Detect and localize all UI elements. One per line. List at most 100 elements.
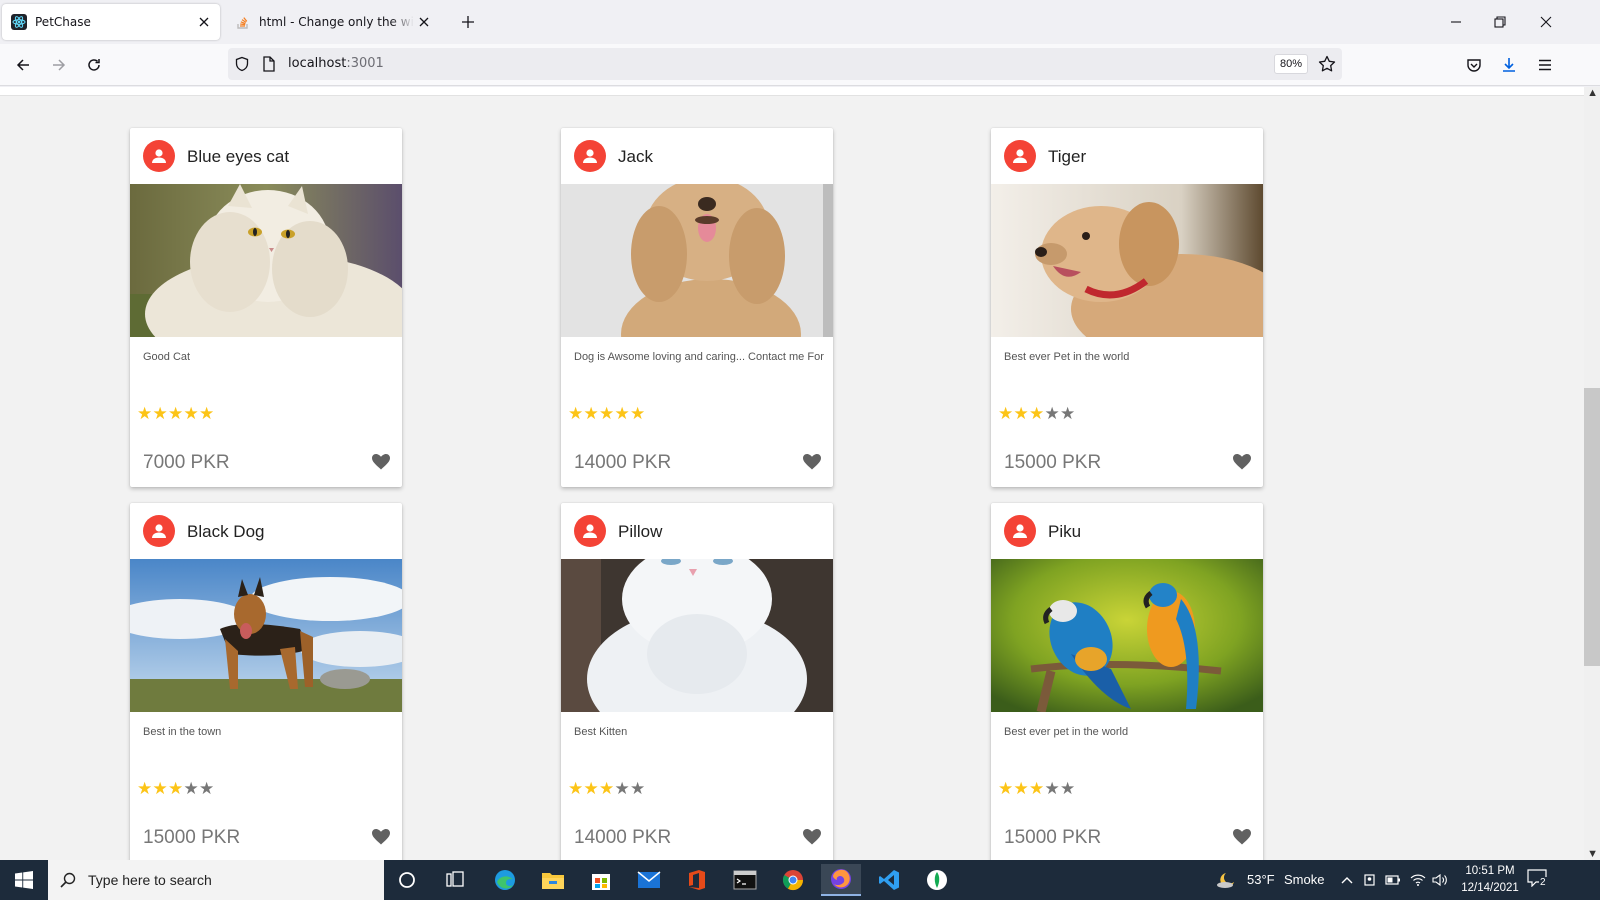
close-tab-icon[interactable] bbox=[414, 12, 434, 32]
search-icon bbox=[60, 872, 76, 888]
star-filled-icon: ★ bbox=[599, 404, 615, 423]
favorite-heart-icon[interactable] bbox=[1231, 451, 1253, 473]
file-explorer-icon[interactable] bbox=[533, 864, 573, 896]
card-title: Tiger bbox=[1048, 147, 1087, 166]
vscode-icon[interactable] bbox=[869, 864, 909, 896]
mongodb-compass-icon[interactable] bbox=[917, 864, 957, 896]
german-shepherd-image bbox=[130, 559, 402, 712]
golden-retriever-puppy-image bbox=[991, 184, 1263, 337]
pet-card[interactable]: Piku Best ever pet in the world ★★★★★ 15… bbox=[991, 503, 1263, 860]
weather-icon[interactable] bbox=[1216, 871, 1238, 894]
card-title: Black Dog bbox=[187, 522, 265, 541]
star-filled-icon: ★ bbox=[1029, 779, 1045, 798]
address-bar[interactable]: localhost:3001 80% bbox=[228, 48, 1342, 80]
url-text[interactable]: localhost:3001 bbox=[288, 56, 384, 71]
scroll-up-icon[interactable]: ▲ bbox=[1587, 87, 1598, 99]
avatar bbox=[143, 140, 175, 172]
card-title: Blue eyes cat bbox=[187, 147, 290, 166]
reload-icon[interactable] bbox=[83, 54, 105, 76]
card-title: Jack bbox=[618, 147, 653, 166]
close-window-icon[interactable] bbox=[1536, 12, 1556, 32]
pet-card[interactable]: Black Dog Best in the town ★★★★★ 15000 P… bbox=[130, 503, 402, 860]
pet-card[interactable]: Tiger Best ever Pet in the world ★★★★★ 1… bbox=[991, 128, 1263, 487]
pet-card[interactable]: Jack Dog is Awsome loving and caring... … bbox=[561, 128, 833, 487]
weather-condition[interactable]: Smoke bbox=[1284, 872, 1324, 887]
weather-temperature[interactable]: 53°F bbox=[1247, 872, 1275, 887]
battery-icon[interactable] bbox=[1385, 872, 1401, 888]
store-icon[interactable] bbox=[581, 864, 621, 896]
rating-stars: ★★★★★ bbox=[137, 404, 215, 424]
forward-icon[interactable] bbox=[48, 54, 70, 76]
avatar bbox=[1004, 515, 1036, 547]
office-icon[interactable] bbox=[677, 864, 717, 896]
page-viewport: Blue eyes cat Good Cat ★★★★★ 7000 PKR Ja… bbox=[0, 87, 1600, 860]
stackoverflow-icon bbox=[235, 14, 251, 30]
taskbar-search-box[interactable]: Type here to search bbox=[48, 860, 384, 900]
system-clock[interactable]: 10:51 PM 12/14/2021 bbox=[1454, 863, 1526, 897]
scroll-down-icon[interactable]: ▼ bbox=[1587, 848, 1598, 860]
tab-stackoverflow[interactable]: html - Change only the width of bbox=[226, 4, 440, 40]
edge-icon[interactable] bbox=[485, 864, 525, 896]
card-header: Jack bbox=[561, 128, 833, 184]
windows-taskbar: Type here to search 53°F Smoke 10:51 PM … bbox=[0, 860, 1600, 900]
react-icon bbox=[11, 14, 27, 30]
bookmark-star-icon[interactable] bbox=[1318, 55, 1336, 78]
card-price: 14000 PKR bbox=[574, 827, 672, 848]
vertical-scrollbar[interactable]: ▲ ▼ bbox=[1584, 87, 1600, 860]
firefox-icon[interactable] bbox=[821, 864, 861, 896]
card-price: 15000 PKR bbox=[143, 827, 241, 848]
restore-icon[interactable] bbox=[1490, 12, 1510, 32]
shield-icon[interactable] bbox=[234, 56, 250, 77]
terminal-icon[interactable] bbox=[725, 864, 765, 896]
rating-stars: ★★★★★ bbox=[998, 404, 1076, 424]
scrollbar-thumb[interactable] bbox=[1584, 388, 1600, 666]
task-view-icon[interactable] bbox=[435, 864, 475, 896]
tab-title: PetChase bbox=[35, 15, 91, 29]
card-price: 15000 PKR bbox=[1004, 827, 1102, 848]
rating-stars: ★★★★★ bbox=[998, 779, 1076, 799]
favorite-heart-icon[interactable] bbox=[801, 826, 823, 848]
close-tab-icon[interactable] bbox=[194, 12, 214, 32]
card-description: Good Cat bbox=[143, 351, 191, 363]
star-empty-icon: ★ bbox=[1044, 779, 1060, 798]
white-kitten-image bbox=[561, 559, 833, 712]
notification-center-icon[interactable]: 2 bbox=[1527, 869, 1549, 891]
card-description: Best ever pet in the world bbox=[1004, 726, 1129, 738]
pocket-icon[interactable] bbox=[1463, 54, 1485, 76]
chrome-icon[interactable] bbox=[773, 864, 813, 896]
windows-start-icon[interactable] bbox=[0, 860, 48, 900]
app-header-edge bbox=[0, 87, 1584, 96]
favorite-heart-icon[interactable] bbox=[370, 826, 392, 848]
chevron-up-icon[interactable] bbox=[1339, 872, 1355, 888]
star-filled-icon: ★ bbox=[168, 779, 184, 798]
menu-icon[interactable] bbox=[1534, 54, 1556, 76]
page-info-icon[interactable] bbox=[262, 56, 276, 77]
mail-icon[interactable] bbox=[629, 864, 669, 896]
cortana-icon[interactable] bbox=[387, 864, 427, 896]
minimize-icon[interactable] bbox=[1446, 12, 1466, 32]
pet-card[interactable]: Blue eyes cat Good Cat ★★★★★ 7000 PKR bbox=[130, 128, 402, 487]
downloads-icon[interactable] bbox=[1498, 54, 1520, 76]
avatar bbox=[574, 140, 606, 172]
card-price: 15000 PKR bbox=[1004, 452, 1102, 473]
favorite-heart-icon[interactable] bbox=[1231, 826, 1253, 848]
tab-title: html - Change only the width of bbox=[259, 15, 414, 29]
volume-icon[interactable] bbox=[1432, 872, 1448, 888]
card-title: Piku bbox=[1048, 522, 1082, 541]
tab-petchase[interactable]: PetChase bbox=[2, 4, 220, 40]
zoom-level-button[interactable]: 80% bbox=[1274, 54, 1308, 74]
wifi-icon[interactable] bbox=[1410, 872, 1426, 888]
new-tab-icon[interactable] bbox=[458, 12, 478, 32]
star-empty-icon: ★ bbox=[1060, 404, 1076, 423]
star-filled-icon: ★ bbox=[630, 404, 646, 423]
star-filled-icon: ★ bbox=[583, 404, 599, 423]
rating-stars: ★★★★★ bbox=[568, 779, 646, 799]
card-header: Tiger bbox=[991, 128, 1263, 184]
card-description: Dog is Awsome loving and caring... Conta… bbox=[574, 351, 824, 363]
favorite-heart-icon[interactable] bbox=[801, 451, 823, 473]
fluffy-puppy-image bbox=[561, 184, 833, 337]
back-icon[interactable] bbox=[12, 54, 34, 76]
meet-now-icon[interactable] bbox=[1362, 872, 1378, 888]
pet-card[interactable]: Pillow Best Kitten ★★★★★ 14000 PKR bbox=[561, 503, 833, 860]
favorite-heart-icon[interactable] bbox=[370, 451, 392, 473]
